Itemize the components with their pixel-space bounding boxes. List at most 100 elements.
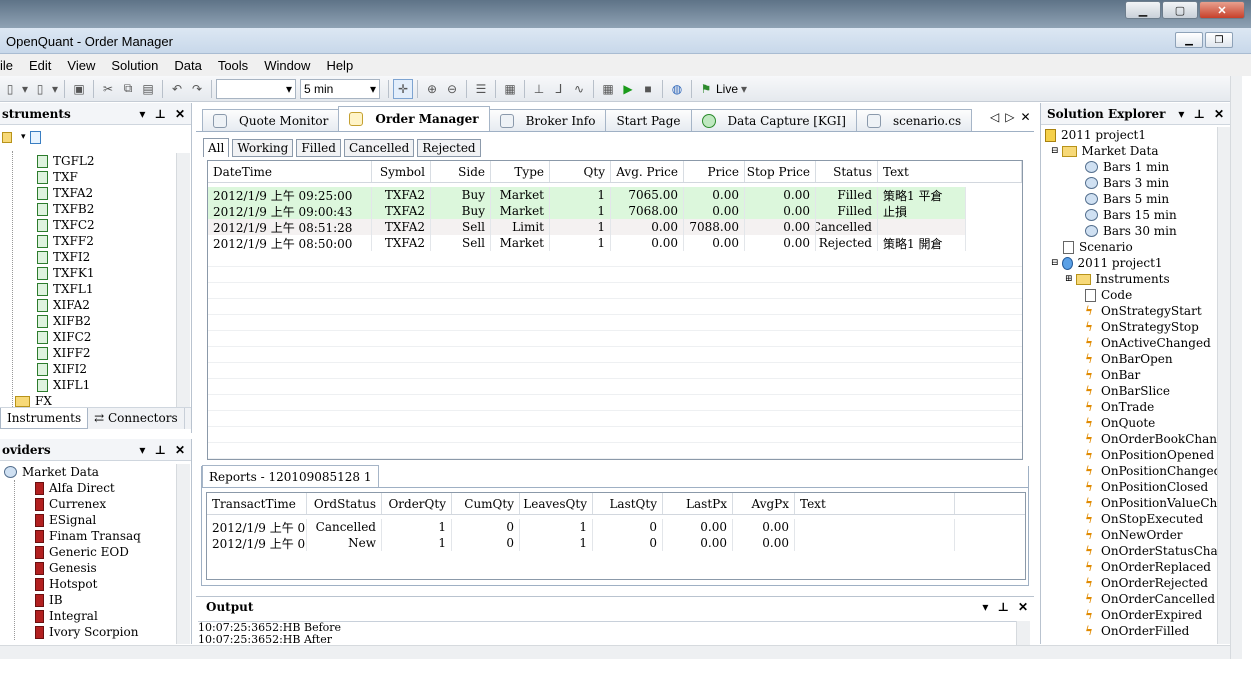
pin-icon[interactable]: ⊥ (154, 107, 166, 121)
tree-item[interactable]: TXFC2 (37, 217, 188, 233)
column-header[interactable]: Stop Price (745, 161, 816, 182)
column-header[interactable]: CumQty (452, 493, 520, 514)
column-header[interactable]: Avg. Price (611, 161, 684, 182)
tree-item[interactable]: TGFL2 (37, 153, 188, 169)
mdi-restore-button[interactable]: ❐ (1205, 32, 1233, 48)
tab-order-manager[interactable]: Order Manager (338, 106, 490, 131)
column-header[interactable]: AvgPx (733, 493, 795, 514)
tree-item[interactable]: XIFL1 (37, 377, 188, 393)
filter-filled[interactable]: Filled (296, 139, 341, 157)
column-header[interactable]: LastQty (593, 493, 663, 514)
providers-scrollbar[interactable] (176, 464, 190, 644)
event-item[interactable]: ϟOnOrderBookChanged (1085, 431, 1217, 447)
tree-item[interactable]: XIFF2 (37, 345, 188, 361)
globe-icon[interactable]: ◍ (667, 79, 687, 99)
tree-item[interactable]: TXFI2 (37, 249, 188, 265)
table-row[interactable]: 2012/1/9 上午 09:25:00 TXFA2 Buy Market 1 … (208, 187, 1022, 203)
tab-data-capture[interactable]: Data Capture [KGI] (690, 109, 857, 131)
maximize-button[interactable]: ▢ (1162, 1, 1198, 19)
event-item[interactable]: ϟOnPositionValueChange (1085, 495, 1217, 511)
tree-item[interactable]: TXFB2 (37, 201, 188, 217)
redo-icon[interactable]: ↷ (187, 79, 207, 99)
minimize-button[interactable]: ▁ (1125, 1, 1161, 19)
tree-item-project[interactable]: ⊟ 2011 project1 (1051, 255, 1217, 271)
column-header[interactable]: LastPx (663, 493, 733, 514)
tab-scenario-cs[interactable]: scenario.cs (855, 109, 973, 131)
paste-icon[interactable]: ▤ (138, 79, 158, 99)
menu-edit[interactable]: Edit (21, 58, 59, 73)
provider-item[interactable]: Hotspot (35, 576, 176, 592)
event-item[interactable]: ϟ OnStrategyStart (1085, 303, 1217, 319)
filter-rejected[interactable]: Rejected (417, 139, 481, 157)
menu-data[interactable]: Data (166, 58, 209, 73)
provider-item[interactable]: ESignal (35, 512, 176, 528)
column-header[interactable]: LeavesQty (520, 493, 593, 514)
event-item[interactable]: ϟ OnTrade (1085, 399, 1217, 415)
new-file-icon[interactable]: ▯ (0, 79, 20, 99)
menu-window[interactable]: Window (256, 58, 318, 73)
column-header[interactable]: Price (684, 161, 745, 182)
mdi-minimize-button[interactable]: ▁ (1175, 32, 1203, 48)
column-header[interactable]: TransactTime (207, 493, 307, 514)
tab-connectors[interactable]: ⇄ Connectors (88, 408, 185, 429)
step-icon[interactable]: ⅃ (549, 79, 569, 99)
open-file-icon[interactable]: ▯ (30, 79, 50, 99)
column-header[interactable]: Status (816, 161, 878, 182)
chevron-right-icon[interactable]: ▷ (1005, 110, 1014, 124)
menu-file[interactable]: ile (0, 58, 21, 73)
window-scrollbar[interactable] (1230, 76, 1242, 659)
tree-item-bars[interactable]: Bars 3 min (1085, 175, 1217, 191)
event-item[interactable]: ϟ OnOrderFilled (1085, 623, 1217, 639)
tree-item-market-data[interactable]: Market Data (4, 464, 176, 480)
tab-broker-info[interactable]: Broker Info (488, 109, 607, 131)
menu-view[interactable]: View (59, 58, 103, 73)
tree-item[interactable]: XIFI2 (37, 361, 188, 377)
column-header[interactable]: Qty (550, 161, 611, 182)
close-icon[interactable]: ✕ (1214, 107, 1224, 121)
chevron-left-icon[interactable]: ◁ (990, 110, 999, 124)
tree-item[interactable]: TXFF2 (37, 233, 188, 249)
event-item[interactable]: ϟ OnOrderRejected (1085, 575, 1217, 591)
tab-quote-monitor[interactable]: Quote Monitor (202, 109, 340, 131)
column-header[interactable]: Side (431, 161, 491, 182)
menu-tools[interactable]: Tools (210, 58, 256, 73)
collapse-icon[interactable]: ⊟ (1051, 258, 1059, 268)
tab-start-page[interactable]: Start Page (605, 109, 692, 131)
pin-icon[interactable]: ⊥ (154, 443, 166, 457)
expand-icon[interactable]: ⊞ (1065, 274, 1073, 284)
tree-item[interactable]: XIFA2 (37, 297, 188, 313)
folder-icon[interactable] (2, 131, 12, 143)
chevron-down-icon[interactable]: ▾ (21, 132, 26, 142)
instruments-scrollbar[interactable] (176, 153, 190, 407)
filter-working[interactable]: Working (232, 139, 294, 157)
provider-item[interactable]: Ivory Scorpion (35, 624, 176, 640)
event-item[interactable]: ϟ OnStopExecuted (1085, 511, 1217, 527)
close-icon[interactable]: ✕ (1020, 110, 1030, 124)
event-item[interactable]: ϟ OnStrategyStop (1085, 319, 1217, 335)
dropdown-icon[interactable]: ▾ (139, 443, 145, 457)
column-header[interactable]: Text (878, 161, 1022, 182)
pin-icon[interactable]: ⊥ (1193, 107, 1205, 121)
provider-item[interactable]: Currenex (35, 496, 176, 512)
chevron-down-icon[interactable]: ▾ (50, 79, 60, 99)
tree-item-code[interactable]: Code (1085, 287, 1217, 303)
event-item[interactable]: ϟ OnPositionClosed (1085, 479, 1217, 495)
tree-item-solution[interactable]: 2011 project1 (1045, 127, 1217, 143)
event-item[interactable]: ϟ OnOrderReplaced (1085, 559, 1217, 575)
horizontal-scrollbar[interactable] (0, 645, 1230, 659)
event-item[interactable]: ϟ OnOrderCancelled (1085, 591, 1217, 607)
event-item[interactable]: ϟ OnBarSlice (1085, 383, 1217, 399)
zoom-in-icon[interactable]: ⊕ (422, 79, 442, 99)
tree-item-bars[interactable]: Bars 5 min (1085, 191, 1217, 207)
filter-cancelled[interactable]: Cancelled (343, 139, 415, 157)
provider-item[interactable]: Generic EOD (35, 544, 176, 560)
tree-item-instruments[interactable]: ⊞ Instruments (1065, 271, 1217, 287)
pin-icon[interactable]: ⊥ (529, 79, 549, 99)
event-item[interactable]: ϟ OnPositionChanged (1085, 463, 1217, 479)
tree-item-bars[interactable]: Bars 1 min (1085, 159, 1217, 175)
play-icon[interactable]: ▶ (618, 79, 638, 99)
pin-icon[interactable]: ⊥ (997, 600, 1009, 614)
save-icon[interactable]: ▣ (69, 79, 89, 99)
column-header[interactable]: Text (795, 493, 955, 514)
table-row[interactable]: 2012/1/9 上午 08:51:28 TXFA2 Sell Limit 1 … (208, 219, 1022, 235)
